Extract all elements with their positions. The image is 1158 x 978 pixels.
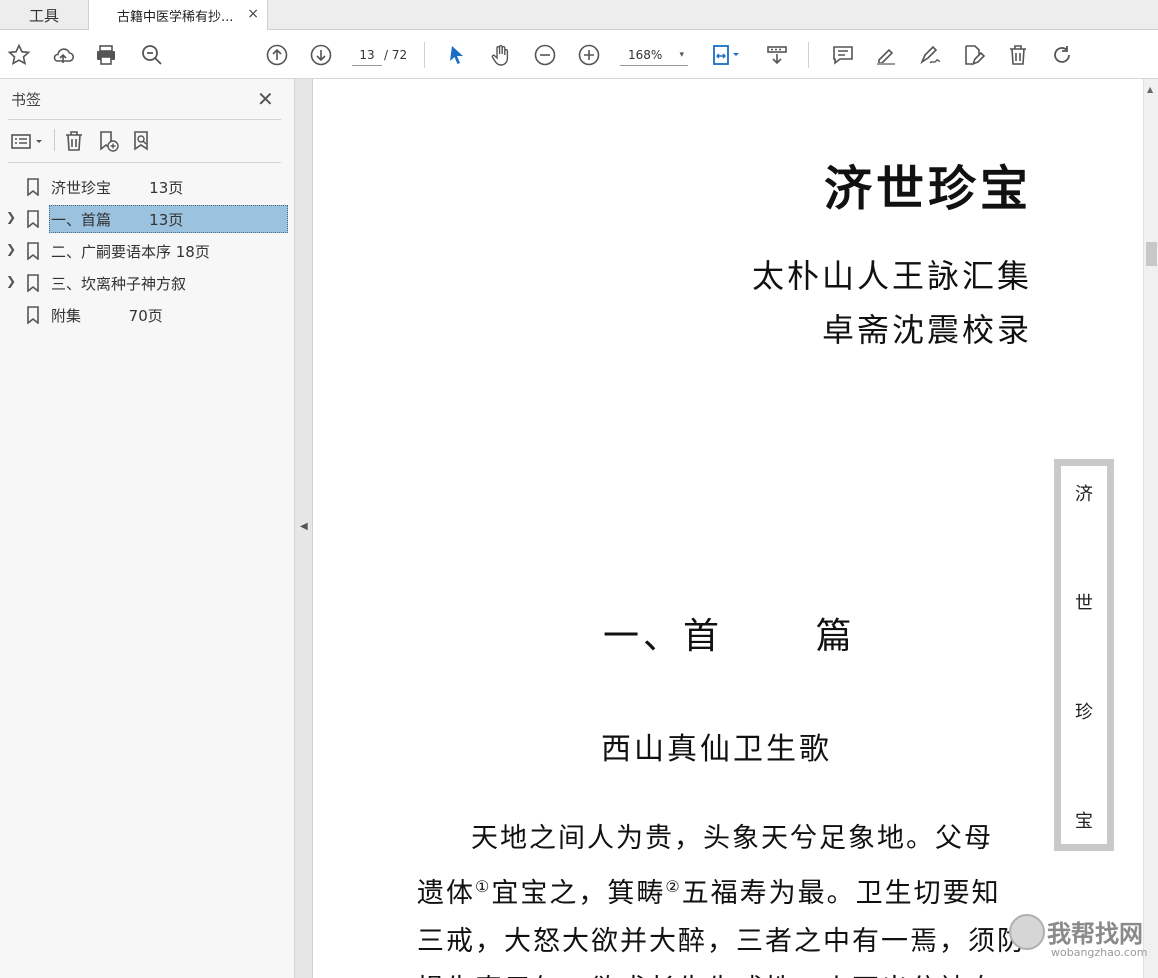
page-total: / 72	[384, 48, 408, 62]
zoom-level-value: 168%	[628, 48, 663, 62]
chevron-down-icon: ▾	[679, 50, 684, 60]
panel-title: 书签	[11, 91, 42, 109]
author-line-2: 卓斋沈震校录	[821, 311, 1032, 349]
footnote-ref[interactable]: ②	[665, 877, 681, 896]
zoom-level-select[interactable]: 168% ▾	[620, 44, 688, 66]
chevron-right-icon[interactable]: ❯	[6, 242, 16, 256]
bookmark-icon	[27, 210, 39, 228]
bookmark-label: 一、首篇 13页	[51, 211, 184, 229]
body-text: 天地之间人为贵，头象天兮足象地。父母 遗体①宜宝之，箕畴②五福寿为最。卫生切要知…	[417, 815, 1033, 978]
side-title-char: 宝	[1075, 811, 1093, 832]
bookmark-item[interactable]: ❯ 二、广嗣要语本序 18页	[0, 237, 295, 265]
zoom-out-icon[interactable]	[532, 42, 558, 68]
toolbar-divider	[54, 129, 55, 151]
print-icon[interactable]	[93, 42, 119, 68]
bookmark-label: 三、坎离种子神方叙	[51, 275, 187, 293]
watermark-logo	[1009, 914, 1045, 950]
toolbar-divider	[424, 42, 425, 68]
options-menu-icon[interactable]	[10, 129, 46, 153]
next-page-icon[interactable]	[308, 42, 334, 68]
main-toolbar: 13 / 72 168% ▾	[0, 30, 1158, 79]
scroll-mode-icon[interactable]	[764, 42, 790, 68]
body-line: 天地之间人为贵，头象天兮足象地。父母	[471, 823, 993, 854]
redo-rotate-icon[interactable]	[1049, 42, 1075, 68]
tab-bar: 工具 古籍中医学稀有抄... ×	[0, 0, 1158, 31]
page-number-input[interactable]: 13	[352, 44, 382, 66]
bookmark-item[interactable]: ❯ 三、坎离种子神方叙	[0, 269, 295, 297]
fit-page-icon[interactable]	[708, 42, 744, 68]
collapse-arrow-icon: ◀	[300, 521, 308, 532]
zoom-search-icon[interactable]	[139, 42, 165, 68]
panel-collapse-handle[interactable]: ◀	[295, 79, 313, 978]
edit-text-icon[interactable]	[960, 42, 986, 68]
bookmark-label: 附集 70页	[51, 307, 163, 325]
bookmark-icon	[27, 178, 39, 196]
watermark-text: 我帮找网	[1047, 920, 1143, 948]
document-view[interactable]: 济世珍宝 太朴山人王詠汇集 卓斋沈震校录 济 世 珍 宝 一、首 篇 西山真仙卫…	[313, 79, 1145, 978]
scroll-up-icon[interactable]: ▲	[1147, 85, 1153, 94]
side-title-char: 世	[1075, 593, 1093, 614]
bookmark-icon	[27, 274, 39, 292]
find-bookmark-icon[interactable]	[130, 129, 154, 153]
bookmark-item[interactable]: 济世珍宝 13页	[0, 173, 295, 201]
body-line: 遗体①宜宝之，箕畴②五福寿为最。卫生切要知	[417, 877, 1001, 909]
delete-icon[interactable]	[1005, 42, 1031, 68]
draw-pen-icon[interactable]	[917, 42, 943, 68]
divider	[8, 119, 281, 120]
document-title: 济世珍宝	[823, 161, 1032, 217]
star-icon[interactable]	[6, 42, 32, 68]
bookmark-icon	[27, 306, 39, 324]
chevron-right-icon[interactable]: ❯	[6, 210, 16, 224]
tab-document[interactable]: 古籍中医学稀有抄... ×	[88, 0, 268, 31]
bookmark-tools	[8, 127, 281, 155]
highlight-pen-icon[interactable]	[873, 42, 899, 68]
select-cursor-icon[interactable]	[444, 42, 470, 68]
tab-document-label: 古籍中医学稀有抄...	[117, 10, 234, 25]
chevron-right-icon[interactable]: ❯	[6, 274, 16, 288]
watermark-url: wobangzhao.com	[1051, 946, 1148, 959]
delete-bookmark-icon[interactable]	[62, 129, 86, 153]
section-subheading: 西山真仙卫生歌	[601, 732, 832, 767]
bookmarks-panel: 书签 ✕ 济世珍宝 13页 ❯ 一、首篇 13页 ❯ 二、广嗣要语本序 18页 ❯ 三、坎离…	[0, 79, 295, 978]
close-icon[interactable]: ✕	[257, 87, 274, 111]
body-line: 损失真元气。欲求长生先戒性，火不出兮神自	[417, 966, 1033, 978]
side-title-box: 济 世 珍 宝	[1054, 459, 1114, 851]
footnote-ref[interactable]: ①	[475, 877, 491, 896]
hand-tool-icon[interactable]	[488, 42, 514, 68]
vertical-scrollbar[interactable]: ▲	[1143, 79, 1158, 978]
bookmark-label: 济世珍宝 13页	[51, 179, 184, 197]
upload-cloud-icon[interactable]	[50, 42, 76, 68]
side-title-char: 济	[1075, 484, 1093, 505]
bookmark-icon	[27, 242, 39, 260]
comment-icon[interactable]	[830, 42, 856, 68]
tab-close-icon[interactable]: ×	[247, 6, 259, 22]
body-line: 三戒，大怒大欲并大醉，三者之中有一焉，须防	[417, 926, 1026, 957]
add-bookmark-icon[interactable]	[96, 129, 120, 153]
chapter-heading: 一、首 篇	[603, 616, 856, 657]
toolbar-divider	[808, 42, 809, 68]
tab-tools[interactable]: 工具	[0, 0, 88, 30]
bookmark-item[interactable]: 附集 70页	[0, 301, 295, 329]
bookmark-item[interactable]: ❯ 一、首篇 13页	[0, 205, 295, 233]
divider	[8, 162, 281, 163]
side-title-char: 珍	[1075, 702, 1093, 723]
previous-page-icon[interactable]	[264, 42, 290, 68]
bookmark-label: 二、广嗣要语本序 18页	[51, 243, 210, 261]
watermark: 我帮找网 wobangzhao.com	[1005, 910, 1155, 970]
scrollbar-thumb[interactable]	[1146, 242, 1157, 266]
author-line-1: 太朴山人王詠汇集	[751, 257, 1032, 295]
zoom-in-icon[interactable]	[576, 42, 602, 68]
